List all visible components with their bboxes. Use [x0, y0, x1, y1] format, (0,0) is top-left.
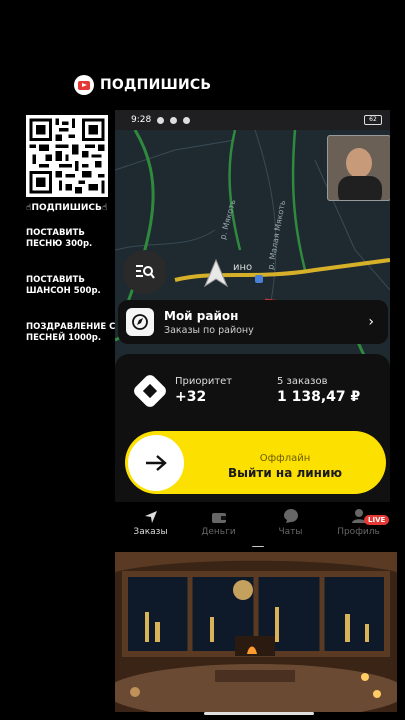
offer-chanson: ПОСТАВИТЬ ШАНСОН 500р. [26, 275, 101, 296]
bottom-tab-bar: Заказы Деньги Чаты Профиль [115, 502, 390, 547]
district-title: Мой район [164, 308, 239, 323]
orders-total-value[interactable]: 1 138,47 ₽ [277, 389, 360, 405]
tab-label: Деньги [201, 527, 236, 537]
search-orders-button[interactable] [123, 250, 167, 294]
map-place-label: ино [233, 262, 253, 273]
go-online-label: Выйти на линию [227, 466, 343, 480]
navigation-icon [144, 511, 157, 523]
qr-caption: ☝ПОДПИШИСЬ☝ [26, 203, 108, 213]
system-home-indicator [204, 712, 314, 715]
chevron-right-icon: › [368, 314, 374, 330]
tab-orders[interactable]: Заказы [123, 502, 178, 537]
navigation-arrow-icon [203, 258, 229, 288]
webcam-overlay [327, 135, 390, 201]
status-bar: 9:28 62 [115, 110, 390, 130]
qr-code [26, 115, 108, 197]
battery-indicator: 62 [364, 115, 382, 125]
subscribe-banner[interactable]: ПОДПИШИСЬ [74, 74, 211, 96]
priority-value[interactable]: +32 [175, 389, 206, 405]
tab-chats[interactable]: Чаты [263, 502, 318, 537]
chat-icon [283, 509, 298, 523]
priority-label: Приоритет [175, 376, 233, 387]
tab-money[interactable]: Деньги [191, 502, 246, 537]
offer-greeting: ПОЗДРАВЛЕНИЕ С ПЕСНЕЙ 1000р. [26, 322, 116, 343]
search-list-icon [136, 265, 155, 279]
battery-level: 62 [364, 115, 382, 125]
tab-label: Профиль [337, 527, 380, 537]
wallet-icon [211, 513, 226, 523]
orders-count-label: 5 заказов [277, 376, 328, 387]
status-time: 9:28 [131, 115, 152, 125]
phone-screen: 9:28 62 р. Мякоть р. Малая Мякоть ино Мо… [115, 110, 390, 547]
subscribe-label: ПОДПИШИСЬ [100, 77, 212, 93]
tab-label: Заказы [133, 527, 168, 537]
status-icon [157, 116, 165, 124]
status-icon [183, 116, 191, 124]
home-indicator [252, 546, 264, 547]
offer-song: ПОСТАВИТЬ ПЕСНЮ 300р. [26, 228, 93, 249]
go-online-handle[interactable] [128, 435, 184, 491]
tab-label: Чаты [278, 527, 303, 537]
cozy-room-image [115, 552, 397, 712]
status-icon [170, 116, 178, 124]
online-status: Оффлайн [259, 453, 311, 464]
youtube-icon [74, 75, 94, 95]
my-district-card[interactable]: Мой район Заказы по району › [118, 300, 388, 344]
district-subtitle: Заказы по району [164, 324, 254, 336]
compass-icon [126, 308, 154, 336]
live-badge: LIVE [364, 515, 390, 525]
arrow-right-icon [146, 455, 167, 471]
